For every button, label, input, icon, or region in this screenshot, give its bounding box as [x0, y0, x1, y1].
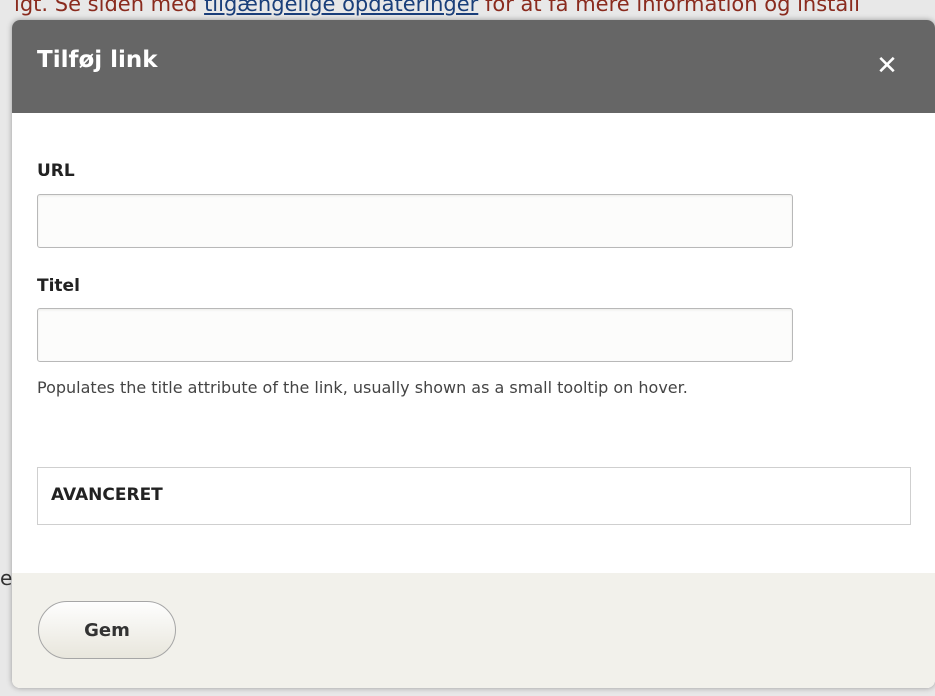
title-label: Titel: [37, 276, 80, 296]
update-notice-text-end: for at få mere information og install: [478, 0, 860, 16]
available-updates-link[interactable]: tilgængelige opdateringer: [204, 0, 478, 16]
background-text-fragment: e: [0, 566, 13, 590]
update-notice: lgt. Se siden med tilgængelige opdaterin…: [14, 0, 860, 16]
advanced-label: AVANCERET: [51, 485, 163, 505]
update-notice-text-start: lgt. Se siden med: [14, 0, 205, 16]
dialog-titlebar: Tilføj link ✕: [12, 20, 935, 113]
title-help-text: Populates the title attribute of the lin…: [37, 378, 688, 397]
url-label: URL: [37, 161, 75, 181]
url-input[interactable]: [37, 194, 793, 248]
add-link-dialog: Tilføj link ✕ URL Titel Populates the ti…: [12, 20, 935, 688]
advanced-section-toggle[interactable]: AVANCERET: [37, 467, 911, 525]
save-button[interactable]: Gem: [38, 601, 176, 659]
close-icon[interactable]: ✕: [867, 46, 907, 86]
dialog-footer: Gem: [12, 573, 935, 688]
title-input[interactable]: [37, 308, 793, 362]
dialog-title: Tilføj link: [37, 47, 158, 73]
